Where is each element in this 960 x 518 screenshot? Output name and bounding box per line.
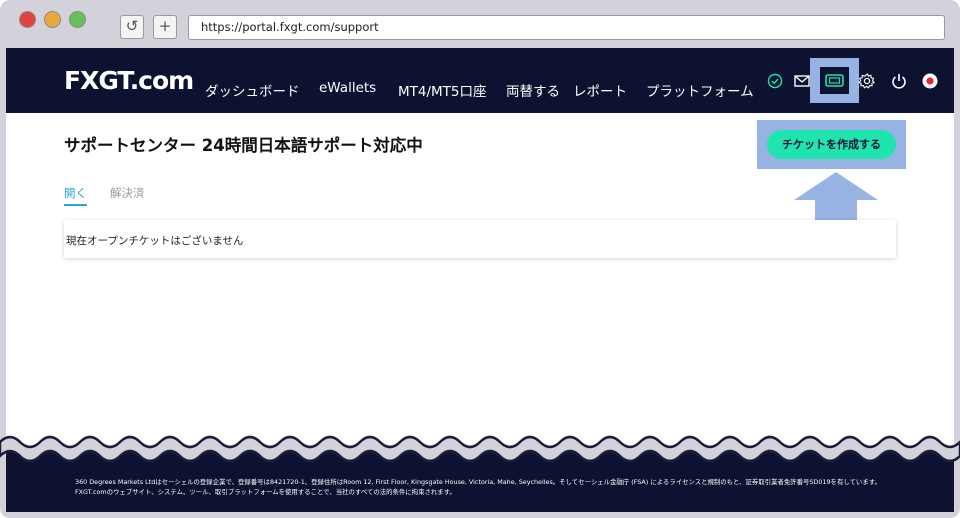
ticket-icon[interactable]: [820, 67, 849, 94]
nav-item-reports[interactable]: レポート: [573, 80, 627, 100]
tab-resolved[interactable]: 解決済: [110, 185, 145, 201]
ticket-icon-button[interactable]: [820, 67, 849, 94]
page-break-wave: [0, 435, 960, 463]
power-icon[interactable]: [890, 72, 908, 90]
nav-item-exchange[interactable]: 両替する: [506, 80, 560, 100]
verified-check-icon: [767, 73, 783, 89]
tab-open[interactable]: 開く: [64, 185, 87, 206]
top-navigation: FXGT.com ダッシュボード eWallets MT4/MT5口座 両替する…: [6, 48, 954, 113]
fxgt-logo[interactable]: FXGT.com: [64, 66, 194, 95]
gear-icon[interactable]: [858, 72, 876, 90]
language-flag-icon[interactable]: [921, 72, 939, 90]
new-tab-button[interactable]: +: [153, 15, 177, 39]
mail-icon[interactable]: [793, 72, 811, 90]
create-ticket-button[interactable]: チケットを作成する: [767, 130, 896, 159]
nav-item-ewallets[interactable]: eWallets: [319, 80, 376, 96]
create-ticket-highlight: チケットを作成する: [757, 120, 906, 169]
reload-button[interactable]: ↺: [120, 15, 144, 39]
page-title: サポートセンター 24時間日本語サポート対応中: [64, 136, 423, 155]
maximize-window-icon[interactable]: [69, 11, 86, 28]
ticket-list-panel: 現在オープンチケットはございません: [64, 220, 896, 258]
footer-legal-text: 360 Degrees Markets Ltdはセーシェルの登録企業で、登録番号…: [75, 478, 881, 496]
address-bar[interactable]: https://portal.fxgt.com/support: [188, 15, 945, 40]
minimize-window-icon[interactable]: [44, 11, 61, 28]
empty-ticket-message: 現在オープンチケットはございません: [66, 235, 244, 247]
browser-window: ↺ + https://portal.fxgt.com/support FXGT…: [0, 0, 960, 518]
nav-item-platforms[interactable]: プラットフォーム: [646, 80, 754, 100]
nav-item-dashboard[interactable]: ダッシュボード: [205, 80, 300, 100]
nav-item-mt4-mt5-accounts[interactable]: MT4/MT5口座: [398, 80, 487, 100]
close-window-icon[interactable]: [19, 11, 36, 28]
browser-toolbar: ↺ + https://portal.fxgt.com/support: [0, 0, 960, 48]
ticket-icon-highlight: [810, 58, 859, 103]
